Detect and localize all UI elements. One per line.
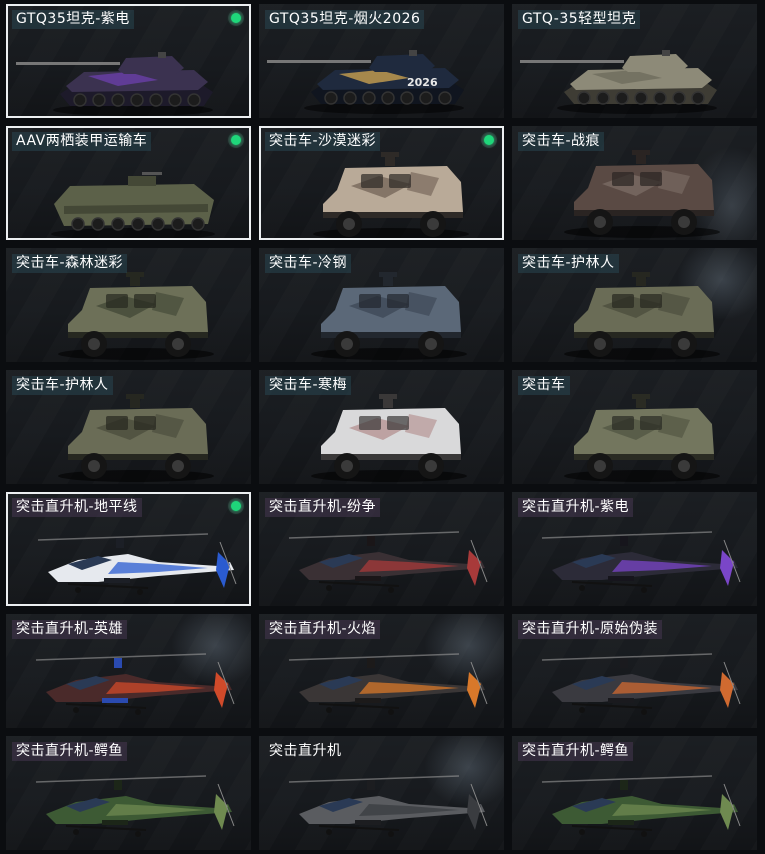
vehicle-preview [564, 394, 720, 482]
assault-vehicle-image [58, 272, 214, 360]
tank-image [16, 52, 213, 116]
vehicle-preview: 2026 [267, 50, 464, 114]
vehicle-preview [564, 272, 720, 360]
vehicle-skin-name: 突击直升机-鳄鱼 [12, 742, 128, 761]
attack-helicopter-image [541, 775, 741, 837]
vehicle-skin-name: 突击车-沙漠迷彩 [265, 132, 381, 151]
equipped-status-icon [228, 498, 244, 514]
vehicle-skin-card[interactable]: 突击直升机-鳄鱼 [6, 736, 251, 850]
vehicle-skin-card[interactable]: 突击直升机 [259, 736, 504, 850]
assault-vehicle-image [311, 272, 467, 360]
vehicle-preview [288, 531, 488, 593]
vehicle-skin-card[interactable]: 突击直升机-火焰 [259, 614, 504, 728]
vehicle-skin-name: 突击车-护林人 [518, 254, 619, 273]
vehicle-preview [313, 152, 469, 238]
vehicle-preview [541, 531, 741, 593]
vehicle-preview [51, 172, 215, 238]
vehicle-skin-name: GTQ35坦克-紫电 [12, 10, 134, 29]
attack-helicopter-image [35, 775, 235, 837]
vehicle-skin-card[interactable]: 突击车-护林人 [6, 370, 251, 484]
vehicle-skin-name: 突击车-森林迷彩 [12, 254, 128, 273]
vehicle-skin-name: GTQ35坦克-烟火2026 [265, 10, 425, 29]
assault-vehicle-image [564, 150, 720, 238]
vehicle-skin-card[interactable]: 突击直升机-英雄 [6, 614, 251, 728]
vehicle-skin-card[interactable]: 突击车-战痕 [512, 126, 757, 240]
vehicle-skin-name: 突击直升机-英雄 [12, 620, 128, 639]
vehicle-skin-grid: GTQ35坦克-紫电 GTQ35坦克-烟火2026 2026 GTQ-35轻型坦克 AA… [6, 4, 757, 850]
vehicle-skin-name: AAV两栖装甲运输车 [12, 132, 152, 151]
assault-vehicle-image [58, 394, 214, 482]
svg-text:2026: 2026 [407, 76, 438, 89]
attack-helicopter-image [288, 653, 488, 715]
vehicle-preview [311, 272, 467, 360]
tank-image: 2026 [267, 50, 464, 114]
vehicle-skin-card[interactable]: 突击车-冷钢 [259, 248, 504, 362]
vehicle-preview [541, 775, 741, 837]
assault-vehicle-image [313, 152, 469, 238]
assault-vehicle-image [564, 394, 720, 482]
vehicle-skin-name: 突击车 [518, 376, 570, 395]
vehicle-skin-card[interactable]: 突击直升机-鳄鱼 [512, 736, 757, 850]
vehicle-preview [37, 533, 237, 595]
attack-helicopter-image [37, 533, 237, 595]
vehicle-skin-name: 突击车-护林人 [12, 376, 113, 395]
vehicle-skin-card[interactable]: 突击车 [512, 370, 757, 484]
vehicle-skin-name: 突击直升机 [269, 743, 342, 759]
vehicle-preview [35, 653, 235, 715]
vehicle-skin-card[interactable]: 突击直升机-原始伪装 [512, 614, 757, 728]
vehicle-skin-name: 突击车-战痕 [518, 132, 605, 151]
vehicle-preview [311, 394, 467, 482]
vehicle-skin-card[interactable]: 突击车-护林人 [512, 248, 757, 362]
vehicle-preview [16, 52, 213, 116]
amphibious-vehicle-image [51, 172, 215, 238]
vehicle-skin-name: 突击直升机-鳄鱼 [518, 742, 634, 761]
vehicle-skin-name: GTQ-35轻型坦克 [518, 10, 641, 29]
vehicle-preview [58, 394, 214, 482]
equipped-status-icon [481, 132, 497, 148]
equipped-status-icon [228, 132, 244, 148]
vehicle-skin-name: 突击直升机-地平线 [12, 498, 142, 517]
vehicle-skin-name: 突击直升机-火焰 [265, 620, 381, 639]
vehicle-skin-card[interactable]: GTQ35坦克-紫电 [6, 4, 251, 118]
vehicle-preview [288, 653, 488, 715]
attack-helicopter-image [35, 653, 235, 715]
attack-helicopter-image [541, 653, 741, 715]
vehicle-skin-card[interactable]: GTQ35坦克-烟火2026 2026 [259, 4, 504, 118]
tank-image [520, 50, 717, 114]
vehicle-skin-name: 突击直升机-纷争 [265, 498, 381, 517]
vehicle-preview [288, 775, 488, 837]
vehicle-preview [35, 775, 235, 837]
vehicle-skin-name: 突击直升机-原始伪装 [518, 620, 663, 639]
vehicle-preview [541, 653, 741, 715]
vehicle-skin-card[interactable]: 突击车-森林迷彩 [6, 248, 251, 362]
vehicle-skin-name: 突击直升机-紫电 [518, 498, 634, 517]
vehicle-skin-name: 突击车-寒梅 [265, 376, 352, 395]
vehicle-preview [520, 50, 717, 114]
vehicle-skin-card[interactable]: 突击直升机-纷争 [259, 492, 504, 606]
equipped-status-icon [228, 10, 244, 26]
attack-helicopter-image [288, 531, 488, 593]
attack-helicopter-image [541, 531, 741, 593]
vehicle-skin-card[interactable]: 突击直升机-地平线 [6, 492, 251, 606]
vehicle-skin-card[interactable]: 突击车-沙漠迷彩 [259, 126, 504, 240]
assault-vehicle-image [564, 272, 720, 360]
attack-helicopter-image [288, 775, 488, 837]
vehicle-skin-card[interactable]: GTQ-35轻型坦克 [512, 4, 757, 118]
vehicle-skin-name: 突击车-冷钢 [265, 254, 352, 273]
vehicle-preview [58, 272, 214, 360]
vehicle-preview [564, 150, 720, 238]
vehicle-skin-card[interactable]: 突击车-寒梅 [259, 370, 504, 484]
vehicle-skin-card[interactable]: 突击直升机-紫电 [512, 492, 757, 606]
vehicle-skin-card[interactable]: AAV两栖装甲运输车 [6, 126, 251, 240]
assault-vehicle-image [311, 394, 467, 482]
